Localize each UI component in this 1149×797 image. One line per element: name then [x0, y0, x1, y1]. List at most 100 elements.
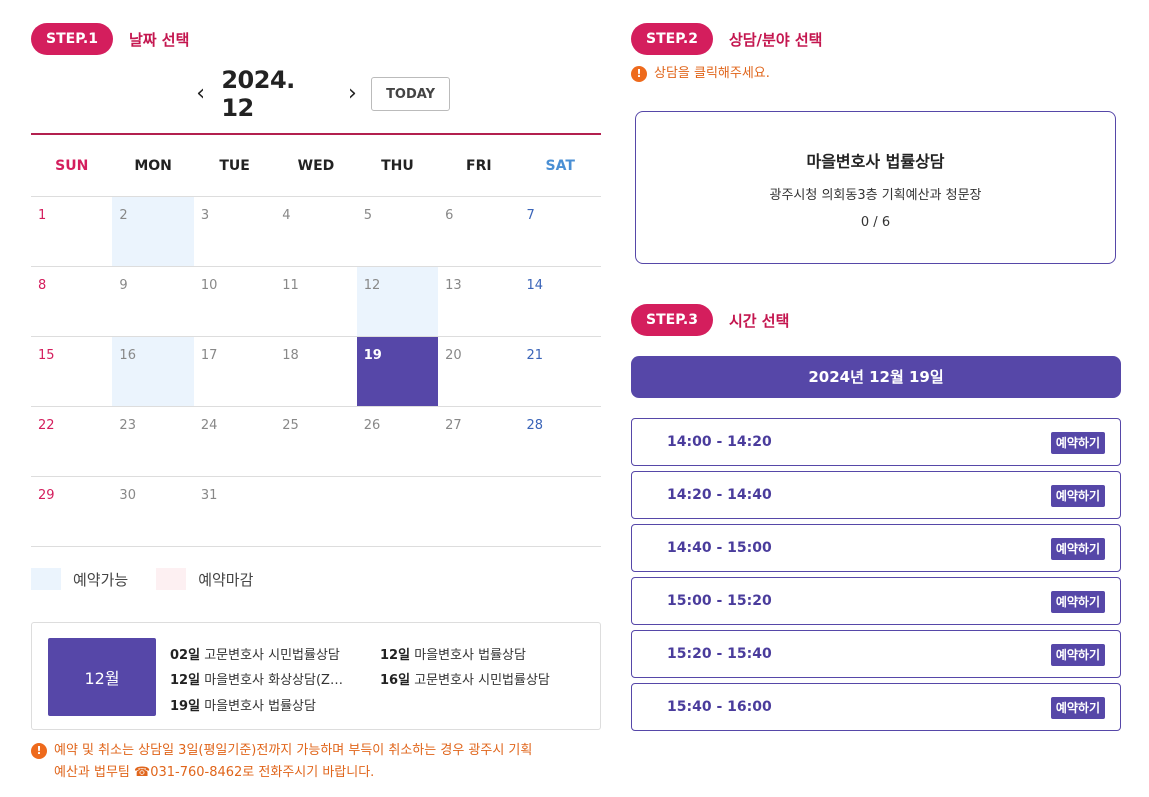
time-slot-label: 15:00 - 15:20: [667, 593, 772, 609]
schedule-item-text: 마을변호사 화상상담(Z…: [204, 673, 343, 688]
calendar-day[interactable]: 3: [194, 197, 275, 266]
step1-header: STEP.1 날짜 선택: [31, 23, 189, 55]
calendar-day[interactable]: 30: [112, 477, 193, 546]
time-slot-label: 15:40 - 16:00: [667, 699, 772, 715]
calendar-day[interactable]: 4: [275, 197, 356, 266]
calendar-day[interactable]: 27: [438, 407, 519, 476]
calendar-day[interactable]: 2: [112, 197, 194, 266]
calendar-nav: ‹ 2024. 12 › TODAY: [190, 66, 451, 122]
calendar-day[interactable]: 22: [31, 407, 112, 476]
legend-available-swatch: [31, 568, 61, 590]
time-slot[interactable]: 14:20 - 14:40 예약하기: [631, 471, 1121, 519]
calendar-day[interactable]: 29: [31, 477, 112, 546]
reservation-notice-line2: 예산과 법무팀 ☎031-760-8462로 전화주시기 바랍니다.: [54, 765, 375, 780]
calendar-day[interactable]: 17: [194, 337, 275, 406]
reserve-button[interactable]: 예약하기: [1050, 485, 1105, 507]
calendar-day[interactable]: 8: [31, 267, 112, 336]
schedule-item[interactable]: 16일 고문변호사 시민법률상담: [380, 669, 550, 688]
step1-title: 날짜 선택: [128, 30, 190, 49]
schedule-item-text: 고문변호사 시민법률상담: [414, 673, 550, 688]
counsel-count: 0 / 6: [860, 215, 891, 230]
weekday-mon: MON: [134, 158, 172, 174]
calendar-day[interactable]: 5: [357, 197, 438, 266]
calendar-day[interactable]: 16: [112, 337, 194, 406]
month-schedule-box: 12월 02일 고문변호사 시민법률상담 12일 마을변호사 법률상담 12일 …: [31, 622, 601, 730]
time-slot-label: 14:00 - 14:20: [667, 434, 772, 450]
step3-title: 시간 선택: [728, 311, 790, 330]
schedule-item[interactable]: 12일 마을변호사 화상상담(Z…: [170, 669, 343, 688]
calendar-week-row: 15 16 17 18 19 20 21: [31, 337, 601, 407]
reservation-notice: ! 예약 및 취소는 상담일 3일(평일기준)전까지 가능하며 부득이 취소하는…: [31, 740, 601, 784]
exclamation-circle-icon: !: [631, 66, 647, 82]
legend-closed-swatch: [156, 568, 187, 590]
calendar-day[interactable]: 7: [520, 197, 601, 266]
time-slot[interactable]: 15:20 - 15:40 예약하기: [631, 630, 1121, 678]
calendar-day[interactable]: 20: [438, 337, 519, 406]
calendar-day[interactable]: 12: [356, 267, 439, 336]
calendar-body: 1 2 3 4 5 6 7 8 9 10 11 12 13 14 15 16 17 18 19 20 21 22 23 24 2…: [31, 197, 601, 547]
counsel-card[interactable]: 마을변호사 법률상담 광주시청 의회동3층 기획예산과 청문장 0 / 6: [635, 111, 1116, 264]
calendar-empty-cell: [275, 477, 356, 546]
schedule-item[interactable]: 02일 고문변호사 시민법률상담: [170, 644, 340, 663]
calendar-day[interactable]: 31: [194, 477, 275, 546]
step1-badge: STEP.1: [31, 23, 113, 55]
calendar-day[interactable]: 24: [194, 407, 275, 476]
time-slot-label: 15:20 - 15:40: [667, 646, 772, 662]
calendar-day[interactable]: 23: [112, 407, 193, 476]
schedule-item-day: 16일: [380, 673, 411, 688]
reserve-button[interactable]: 예약하기: [1050, 697, 1105, 719]
chevron-left-icon[interactable]: ‹: [190, 76, 211, 112]
legend-available-label: 예약가능: [73, 570, 129, 589]
time-slot[interactable]: 15:00 - 15:20 예약하기: [631, 577, 1121, 625]
calendar-day[interactable]: 21: [520, 337, 601, 406]
calendar-day[interactable]: 11: [275, 267, 356, 336]
calendar-day[interactable]: 19: [356, 337, 439, 406]
calendar-month-label: 2024. 12: [221, 66, 295, 122]
schedule-item-day: 19일: [170, 699, 201, 714]
weekday-sat: SAT: [545, 158, 575, 174]
reserve-button[interactable]: 예약하기: [1050, 644, 1105, 666]
schedule-item-text: 고문변호사 시민법률상담: [204, 648, 340, 663]
schedule-item-day: 12일: [380, 648, 411, 663]
calendar-empty-cell: [520, 477, 601, 546]
reserve-button[interactable]: 예약하기: [1050, 591, 1105, 613]
legend-closed-label: 예약마감: [198, 570, 254, 589]
reserve-button[interactable]: 예약하기: [1050, 432, 1105, 454]
calendar-week-row: 8 9 10 11 12 13 14: [31, 267, 601, 337]
calendar-day[interactable]: 25: [275, 407, 356, 476]
calendar-week-row: 29 30 31: [31, 477, 601, 547]
schedule-item[interactable]: 12일 마을변호사 법률상담: [380, 644, 526, 663]
calendar-day[interactable]: 6: [438, 197, 519, 266]
counsel-select-notice: ! 상담을 클릭해주세요.: [631, 63, 770, 85]
schedule-item[interactable]: 19일 마을변호사 법률상담: [170, 695, 316, 714]
weekday-tue: TUE: [219, 158, 250, 174]
calendar-day[interactable]: 26: [357, 407, 438, 476]
counsel-place: 광주시청 의회동3층 기획예산과 청문장: [769, 188, 982, 203]
calendar-day[interactable]: 15: [31, 337, 112, 406]
calendar-day[interactable]: 28: [520, 407, 601, 476]
schedule-item-day: 02일: [170, 648, 201, 663]
calendar-weekday-header: SUN MON TUE WED THU FRI SAT: [31, 135, 601, 197]
time-slot[interactable]: 14:00 - 14:20 예약하기: [631, 418, 1121, 466]
chevron-right-icon[interactable]: ›: [342, 76, 363, 112]
counsel-select-notice-text: 상담을 클릭해주세요.: [654, 66, 770, 81]
weekday-fri: FRI: [466, 158, 492, 174]
schedule-item-text: 마을변호사 법률상담: [414, 648, 526, 663]
today-button[interactable]: TODAY: [371, 77, 451, 111]
time-slot[interactable]: 14:40 - 15:00 예약하기: [631, 524, 1121, 572]
reserve-button[interactable]: 예약하기: [1050, 538, 1105, 560]
weekday-wed: WED: [297, 158, 335, 174]
calendar-day[interactable]: 9: [112, 267, 193, 336]
selected-date-bar: 2024년 12월 19일: [631, 356, 1121, 398]
exclamation-circle-icon: !: [31, 743, 47, 759]
time-slot[interactable]: 15:40 - 16:00 예약하기: [631, 683, 1121, 731]
calendar-day[interactable]: 10: [194, 267, 275, 336]
calendar-day[interactable]: 18: [275, 337, 356, 406]
time-slot-label: 14:20 - 14:40: [667, 487, 772, 503]
step2-title: 상담/분야 선택: [728, 30, 823, 49]
step2-badge: STEP.2: [631, 23, 713, 55]
calendar-day[interactable]: 1: [31, 197, 112, 266]
calendar-day[interactable]: 14: [520, 267, 601, 336]
schedule-month-badge: 12월: [48, 638, 156, 716]
calendar-day[interactable]: 13: [438, 267, 519, 336]
